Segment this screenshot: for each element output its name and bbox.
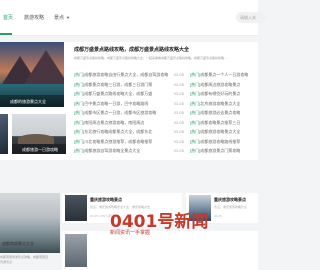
list-item-text: 成都景点一个人一日游攻略 bbox=[200, 72, 249, 77]
hero-caption: 成都的旅游景点大全 bbox=[0, 95, 64, 107]
list-item[interactable]: [热门]成都攻略景点推荐三日 bbox=[190, 120, 258, 130]
hero-mountain-right bbox=[24, 50, 64, 84]
list-item-date: 03-05 bbox=[173, 81, 184, 87]
list-item-date: 03-05 bbox=[173, 119, 184, 125]
site-watermark-sub: 新闻资讯一手掌握 bbox=[110, 230, 151, 236]
list-item-text: 巴中景点攻略一日游，巴中攻略路线 bbox=[84, 100, 149, 106]
list-item[interactable]: [热门]成都旅游攻略景点大全 bbox=[190, 129, 258, 139]
list-item[interactable]: [热门]川北攻略景点旅游推荐，成都攻略推荐 03-05 bbox=[74, 139, 184, 149]
list-item[interactable]: [热门]成都万盛景点路线攻略大全，成都万盛 03-05 bbox=[74, 91, 184, 101]
list-item-date: 03-05 bbox=[173, 129, 184, 134]
list-item-text: 成都旅游攻略景点大全 bbox=[200, 129, 241, 134]
hot-tag: [热门] bbox=[190, 100, 201, 106]
top-nav: 首页 旅游攻略 景点 ▼ 请输入关 bbox=[0, 0, 266, 36]
list-item[interactable]: [热门]巴中景点攻略一日游，巴中攻略路线 03-05 bbox=[74, 101, 184, 111]
list-item[interactable]: [热门]成都景点攻略三日游，成都三日游门票 03-05 bbox=[74, 82, 184, 92]
list-item-date: 03-05 bbox=[173, 148, 184, 153]
hot-tag: [热门] bbox=[74, 138, 85, 144]
list-item-text: 川北攻略景点旅游推荐，成都攻略推荐 bbox=[84, 138, 153, 144]
nav-item-attractions[interactable]: 景点 ▼ bbox=[54, 14, 70, 21]
article-thumb bbox=[65, 234, 87, 267]
carousel-dots[interactable]: ● ○ bbox=[52, 148, 58, 153]
news-list-right: [热门]成都景点一个人一日游攻略 [热门]成都周边旅游攻略景点 [热门]成都有哪… bbox=[190, 72, 258, 158]
list-item-date: 03-05 bbox=[173, 138, 184, 144]
list-item[interactable]: [热门]成都旅游景点门票攻略 bbox=[190, 148, 258, 158]
hero-image[interactable]: 成都的旅游景点大全 bbox=[0, 42, 64, 107]
article-card[interactable] bbox=[62, 231, 258, 270]
article-title: 重庆旅游攻略景点 bbox=[214, 197, 246, 202]
hot-tag: [热门] bbox=[74, 129, 85, 134]
feature-caption[interactable]: 成都南部景点大全 bbox=[0, 241, 34, 247]
hot-tag: [热门] bbox=[74, 72, 85, 77]
nav-active-indicator bbox=[0, 33, 12, 35]
list-item[interactable]: [热门]北京旅游攻略景点大全 bbox=[190, 101, 258, 111]
list-item-text: 南阳周边景点旅游攻略，南阳周边 bbox=[84, 119, 145, 125]
hot-tag: [热门] bbox=[190, 148, 201, 153]
list-item-text: 成都旅游自驾游攻略全景点大全 bbox=[84, 148, 141, 153]
list-item[interactable]: [热门]成都景点一个人一日游攻略 bbox=[190, 72, 258, 82]
article-desc: 景点，重庆旅游攻略景点 bbox=[214, 205, 248, 209]
list-item-date: 03-05 bbox=[173, 91, 184, 96]
list-item-text: 成都旅游攻略路线推荐 bbox=[200, 138, 241, 144]
hot-tag: [热门] bbox=[190, 72, 201, 77]
headline-summary: 成都万盛景点路线攻略，成都万盛景点路线攻略大全，一起来看看成都万盛景点路线攻略，… bbox=[74, 56, 231, 60]
list-item-text: 成都旅游必去景点攻略 bbox=[200, 110, 241, 115]
hot-tag: [热门] bbox=[74, 110, 85, 115]
article-title: 重庆旅游攻略景点 bbox=[90, 197, 122, 202]
headline[interactable]: 成都万盛景点路线攻略，成都万盛景点路线攻略大全 bbox=[74, 46, 189, 53]
news-list-left: [热门]成都旅游攻略自由行景点大全，成都自驾游攻略 03-05 [热门]成都景点攻… bbox=[74, 72, 184, 158]
hot-tag: [热门] bbox=[74, 81, 85, 87]
feature-desc: 成都南部旅游景点攻略，成都南部自驾游景点 bbox=[0, 255, 49, 264]
search-input[interactable]: 请输入关 bbox=[236, 12, 266, 23]
hot-tag: [热门] bbox=[74, 100, 85, 106]
list-item[interactable]: [热门]成都旅游自驾游攻略全景点大全 03-05 bbox=[74, 148, 184, 158]
list-item-text: 成都景点攻略三日游，成都三日游门票 bbox=[84, 81, 153, 87]
hot-tag: [热门] bbox=[190, 110, 201, 115]
hot-tag: [热门] bbox=[190, 81, 201, 87]
chevron-down-icon: ▼ bbox=[66, 15, 70, 20]
list-item-text: 成都攻略景点推荐三日 bbox=[200, 119, 241, 125]
nav-item-guides[interactable]: 旅游攻略 bbox=[24, 14, 44, 21]
list-item[interactable]: [热门]成都有哪些好玩的景点 bbox=[190, 91, 258, 101]
list-item-text: 北京旅游攻略景点大全 bbox=[200, 100, 241, 106]
list-item-text: 成都万盛景点路线攻略大全，成都万盛 bbox=[84, 91, 153, 96]
list-item[interactable]: [热门]南阳周边景点旅游攻略，南阳周边 03-05 bbox=[74, 120, 184, 130]
hot-tag: [热门] bbox=[190, 138, 201, 144]
list-item-date: 03-05 bbox=[173, 72, 184, 77]
nav-item-attractions-label: 景点 bbox=[54, 15, 65, 21]
thumb-image-1[interactable] bbox=[0, 114, 8, 154]
list-item-date: 03-05 bbox=[173, 110, 184, 115]
hot-tag: [热门] bbox=[74, 148, 85, 153]
nav-item-home[interactable]: 首页 bbox=[3, 14, 13, 21]
list-item-date: 03-05 bbox=[173, 100, 184, 106]
hot-tag: [热门] bbox=[190, 91, 201, 96]
thumb-building bbox=[18, 134, 54, 144]
featured-section: 成都的旅游景点大全 成都旅游一日游攻略 ● ○ 成都万盛景点路线攻略，成都万盛景… bbox=[0, 42, 258, 160]
list-item-text: 东北旅行攻略成都景点大全，成都东北 bbox=[84, 129, 153, 134]
list-item[interactable]: [热门]成都旅游攻略路线推荐 bbox=[190, 139, 258, 149]
search-placeholder: 请输入关 bbox=[240, 15, 256, 20]
hot-tag: [热门] bbox=[190, 119, 201, 125]
hot-tag: [热门] bbox=[190, 129, 201, 134]
hot-tag: [热门] bbox=[74, 91, 85, 96]
list-item-text: 成都旅游攻略自由行景点大全，成都自驾游攻略 bbox=[84, 72, 169, 77]
list-item-text: 成都周边旅游攻略景点 bbox=[200, 81, 241, 87]
list-item-text: 成都市区景点一日游，成都市区旅游攻略 bbox=[84, 110, 157, 115]
list-item[interactable]: [热门]东北旅行攻略成都景点大全，成都东北 03-05 bbox=[74, 129, 184, 139]
article-thumb bbox=[65, 195, 87, 221]
hot-tag: [热门] bbox=[74, 119, 85, 125]
list-item-text: 成都有哪些好玩的景点 bbox=[200, 91, 241, 96]
list-item-text: 成都旅游景点门票攻略 bbox=[200, 148, 241, 153]
article-meta: 03-05 bbox=[214, 214, 222, 218]
list-item[interactable]: [热门]成都市区景点一日游，成都市区旅游攻略 03-05 bbox=[74, 110, 184, 120]
list-item[interactable]: [热门]成都旅游必去景点攻略 bbox=[190, 110, 258, 120]
list-item[interactable]: [热门]成都周边旅游攻略景点 bbox=[190, 82, 258, 92]
list-item[interactable]: [热门]成都旅游攻略自由行景点大全，成都自驾游攻略 03-05 bbox=[74, 72, 184, 82]
